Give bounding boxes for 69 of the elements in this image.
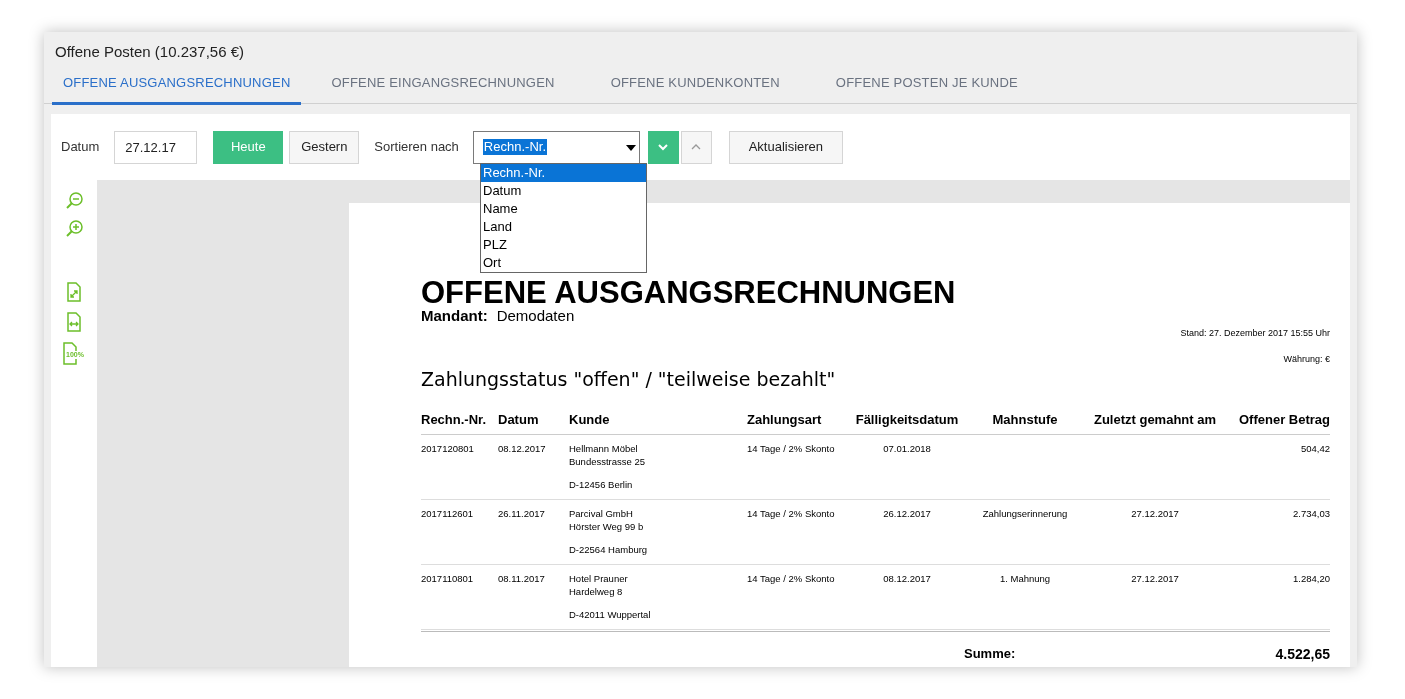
tab[interactable]: OFFENE EINGANGSRECHNUNGEN — [305, 73, 581, 105]
window-title: Offene Posten (10.237,56 €) — [54, 42, 246, 61]
dropdown-option[interactable]: Ort — [481, 254, 646, 272]
table-cell: 14 Tage / 2% Skonto — [747, 507, 835, 519]
table-cell: Zahlungserinnerung — [982, 507, 1068, 519]
client-label: Mandant: — [421, 307, 488, 325]
column-header: Offener Betrag — [1237, 411, 1330, 429]
currency-label: Währung: € — [1283, 352, 1330, 366]
table-cell: 14 Tage / 2% Skonto — [747, 442, 835, 454]
column-header: Rechn.-Nr. — [421, 411, 487, 429]
sum-label: Summe: — [964, 645, 1016, 664]
table-cell: 2017120801 — [421, 442, 474, 454]
column-header: Kunde — [569, 411, 611, 429]
customer-city: D-12456 Berlin — [569, 477, 634, 491]
customer-city: D-42011 Wuppertal — [569, 607, 652, 621]
table-cell: 27.12.2017 — [1131, 507, 1179, 519]
tab[interactable]: OFFENE AUSGANGSRECHNUNGEN — [52, 73, 302, 105]
chevron-up-icon — [690, 143, 703, 151]
column-header: Zuletzt gemahnt am — [1092, 411, 1218, 429]
date-label: Datum — [61, 138, 100, 157]
dropdown-option[interactable]: Rechn.-Nr. — [481, 164, 646, 182]
table-cell: 1.284,20 — [1293, 572, 1330, 584]
chevron-down-icon — [657, 143, 670, 151]
table-cell: 08.12.2017 — [498, 442, 546, 454]
table-cell: 2017112601 — [421, 507, 474, 519]
sort-ascending-button[interactable] — [680, 130, 712, 164]
column-header: Datum — [498, 411, 540, 429]
report-timestamp: Stand: 27. Dezember 2017 15:55 Uhr — [1180, 327, 1330, 340]
customer-street: Hardelweg 8 — [569, 584, 624, 598]
table-cell: 08.11.2017 — [498, 572, 545, 584]
table-cell: 27.12.2017 — [1131, 572, 1179, 584]
dropdown-option[interactable]: PLZ — [481, 236, 646, 254]
table-cell: 1. Mahnung — [999, 572, 1051, 584]
customer-name: Parcival GmbH — [569, 506, 634, 520]
dropdown-option[interactable]: Land — [481, 218, 646, 236]
table-cell: 26.12.2017 — [883, 507, 931, 519]
dropdown-option[interactable]: Name — [481, 200, 646, 218]
date-field[interactable]: 27.12.17 — [114, 130, 198, 164]
sort-label: Sortieren nach — [374, 138, 459, 157]
table-cell: 14 Tage / 2% Skonto — [747, 572, 835, 584]
fit-page-icon[interactable] — [65, 282, 83, 302]
customer-street: Hörster Weg 99 b — [569, 519, 645, 533]
report-subtitle: Zahlungsstatus "offen" / "teilweise bezahlt" — [421, 368, 837, 390]
zoom-out-icon[interactable] — [65, 192, 83, 210]
customer-city: D-22564 Hamburg — [569, 542, 649, 556]
customer-name: Hellmann Möbel — [569, 441, 639, 455]
column-header: Fälligkeitsdatum — [854, 411, 960, 429]
customer-street: Bundesstrasse 25 — [569, 454, 647, 468]
tab[interactable]: OFFENE POSTEN JE KUNDE — [809, 73, 1044, 105]
caret-icon — [625, 144, 636, 151]
customer-name: Hotel Prauner — [569, 571, 629, 585]
table-cell: 07.01.2018 — [883, 442, 931, 454]
tab[interactable]: OFFENE KUNDENKONTEN — [584, 73, 806, 105]
dropdown-option[interactable]: Datum — [481, 182, 646, 200]
yesterday-button[interactable]: Gestern — [289, 130, 360, 164]
column-header: Zahlungsart — [747, 411, 823, 429]
table-cell: 08.12.2017 — [883, 572, 931, 584]
sum-value: 4.522,65 — [1275, 644, 1330, 664]
fit-width-icon[interactable] — [65, 312, 83, 332]
refresh-button[interactable]: Aktualisieren — [728, 130, 843, 164]
table-cell: 2017110801 — [421, 572, 474, 584]
table-cell: 504,42 — [1300, 442, 1330, 454]
table-cell: 2.734,03 — [1293, 507, 1330, 519]
sort-descending-button[interactable] — [647, 130, 679, 164]
client-name: Demodaten — [496, 307, 575, 325]
report-title: OFFENE AUSGANGSRECHNUNGEN — [421, 279, 957, 307]
zoom-in-icon[interactable] — [65, 220, 83, 238]
column-header: Mahnstufe — [991, 411, 1059, 429]
table-cell: 26.11.2017 — [498, 507, 545, 519]
